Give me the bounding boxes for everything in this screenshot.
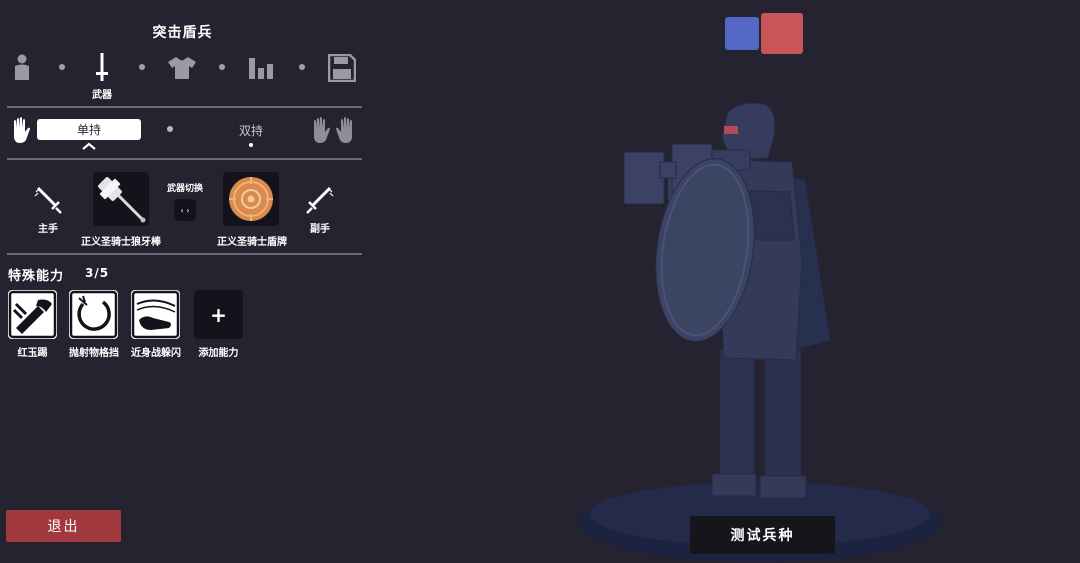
- bar-chart-icon: [249, 58, 273, 79]
- two-hands-icon: [314, 117, 352, 143]
- save-icon: [328, 54, 356, 82]
- sword-icon: [96, 53, 108, 81]
- main-hand-label: 主手: [38, 224, 58, 235]
- main-weapon-name: 正义圣骑士狼牙棒: [81, 237, 161, 248]
- off-hand-label: 副手: [310, 224, 330, 235]
- team-red-button[interactable]: [761, 13, 803, 54]
- grip-indicator-dot: [249, 143, 253, 147]
- ability-card-projectile-block[interactable]: [69, 290, 118, 339]
- step-separator-dot: [139, 64, 145, 70]
- step-weapon-button[interactable]: [84, 52, 120, 84]
- unit-model: [623, 102, 831, 499]
- add-ability-label: 添加能力: [198, 348, 239, 359]
- unit-editor-panel: 突击盾兵 武器 单持 双持 主手 正义圣骑士狼牙棒 武器切换 ‹ › 正义圣骑士…: [0, 0, 370, 563]
- off-hand-weapon-slot[interactable]: [304, 182, 336, 216]
- one-hand-toggle[interactable]: [6, 115, 36, 145]
- kick-icon: [8, 290, 57, 339]
- abilities-header: 特殊能力: [8, 269, 65, 284]
- person-icon: [15, 54, 29, 80]
- shirt-icon: [168, 57, 196, 79]
- weapon-switch-label: 武器切换: [166, 184, 203, 194]
- step-stats-button[interactable]: [244, 52, 280, 84]
- projectile-block-icon: [69, 290, 118, 339]
- weapon-switch-button[interactable]: ‹ ›: [174, 199, 196, 221]
- melee-dodge-icon: [131, 290, 180, 339]
- add-ability-button[interactable]: +: [194, 290, 243, 339]
- two-hand-toggle[interactable]: [308, 115, 358, 145]
- chevron-up-icon: [82, 142, 96, 150]
- unit-preview-scene: [578, 102, 942, 562]
- ability-card-kick[interactable]: [8, 290, 57, 339]
- step-save-button[interactable]: [324, 52, 360, 84]
- ability-label-melee-dodge: 近身战躲闪: [131, 348, 181, 359]
- unit-title: 突击盾兵: [152, 25, 213, 41]
- ability-label-projectile-block: 抛射物格挡: [69, 348, 119, 359]
- main-weapon-card[interactable]: [93, 172, 149, 226]
- section-divider: [7, 158, 362, 160]
- main-hand-sword-icon: [34, 186, 62, 214]
- one-hand-icon: [14, 117, 30, 143]
- step-separator-dot: [219, 64, 225, 70]
- section-divider: [7, 253, 362, 255]
- team-blue-button[interactable]: [725, 17, 759, 50]
- step-unit-button[interactable]: [4, 52, 40, 84]
- shield-icon: [229, 177, 273, 221]
- off-weapon-card[interactable]: [223, 172, 279, 226]
- ability-label-kick: 红玉踢: [17, 348, 48, 359]
- test-unit-button[interactable]: 测试兵种: [690, 516, 835, 554]
- off-hand-sword-icon: [306, 186, 334, 214]
- step-separator-dot: [59, 64, 65, 70]
- off-weapon-name: 正义圣骑士盾牌: [217, 237, 287, 248]
- mace-icon: [98, 177, 146, 223]
- abilities-count: 3/5: [85, 266, 110, 280]
- grip-option-single[interactable]: 单持: [37, 119, 141, 140]
- main-hand-weapon-slot[interactable]: [32, 182, 64, 216]
- grip-option-dual[interactable]: 双持: [218, 122, 284, 139]
- step-separator-dot: [299, 64, 305, 70]
- ability-card-melee-dodge[interactable]: [131, 290, 180, 339]
- step-weapon-caption: 武器: [92, 90, 112, 101]
- step-clothing-button[interactable]: [164, 52, 200, 84]
- section-divider: [7, 106, 362, 108]
- exit-button[interactable]: 退出: [6, 510, 121, 542]
- grip-separator-dot: [167, 126, 173, 132]
